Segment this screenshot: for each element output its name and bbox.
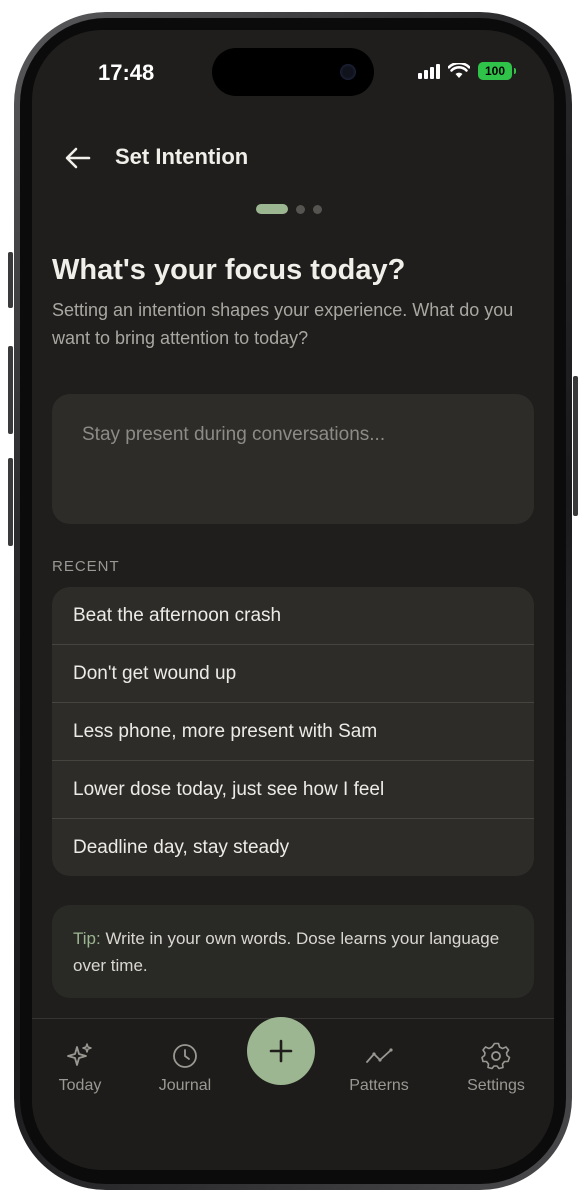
page-title: Set Intention <box>115 144 249 169</box>
arrow-left-icon <box>65 147 91 169</box>
recent-list: Beat the afternoon crash Don't get wound… <box>52 587 534 876</box>
camera-icon <box>340 64 356 80</box>
step-dot <box>313 204 322 214</box>
tab-label: Settings <box>467 1077 525 1094</box>
intention-input[interactable] <box>52 394 534 524</box>
clock-icon <box>173 1044 197 1068</box>
plus-icon <box>269 1039 293 1063</box>
screen: 17:48 100 Set Intention What's your focu… <box>32 30 554 1170</box>
status-time: 17:48 <box>98 60 155 85</box>
tab-patterns[interactable]: Patterns <box>329 1041 429 1095</box>
tab-label: Patterns <box>349 1077 409 1094</box>
back-button[interactable] <box>62 142 94 174</box>
volume-down-button <box>8 458 13 546</box>
tab-journal[interactable]: Journal <box>135 1041 235 1095</box>
status-icons: 100 <box>418 62 516 80</box>
action-button <box>8 252 13 308</box>
power-button <box>573 376 578 516</box>
tab-bar: Today Journal Patterns Settings <box>32 1017 554 1170</box>
tab-label: Journal <box>158 1077 212 1094</box>
trend-icon <box>366 1048 393 1063</box>
step-indicator <box>256 204 322 214</box>
sparkles-icon <box>67 1043 92 1066</box>
recent-item[interactable]: Beat the afternoon crash <box>52 587 534 644</box>
focus-heading: What's your focus today? <box>52 254 406 286</box>
tab-label: Today <box>58 1077 102 1094</box>
tab-today[interactable]: Today <box>32 1041 130 1095</box>
add-button[interactable] <box>247 1017 315 1085</box>
tip-card: Tip: Write in your own words. Dose learn… <box>52 905 534 998</box>
recent-item[interactable]: Don't get wound up <box>52 644 534 702</box>
gear-icon <box>481 1042 511 1070</box>
dynamic-island <box>212 48 374 96</box>
battery-level: 100 <box>484 64 506 78</box>
battery-indicator: 100 <box>478 62 516 80</box>
focus-subtitle: Setting an intention shapes your experie… <box>52 300 514 348</box>
recent-item[interactable]: Less phone, more present with Sam <box>52 702 534 760</box>
volume-up-button <box>8 346 13 434</box>
step-dot <box>296 204 305 214</box>
tip-label: Tip: <box>73 929 101 948</box>
recent-item[interactable]: Lower dose today, just see how I feel <box>52 760 534 818</box>
wifi-icon <box>448 63 470 78</box>
recent-item[interactable]: Deadline day, stay steady <box>52 818 534 876</box>
tip-text: Write in your own words. Dose learns you… <box>73 929 500 975</box>
tab-settings[interactable]: Settings <box>446 1041 546 1095</box>
recent-label: RECENT <box>52 558 120 575</box>
cellular-signal-icon <box>418 63 440 79</box>
step-dot-active <box>256 204 288 214</box>
